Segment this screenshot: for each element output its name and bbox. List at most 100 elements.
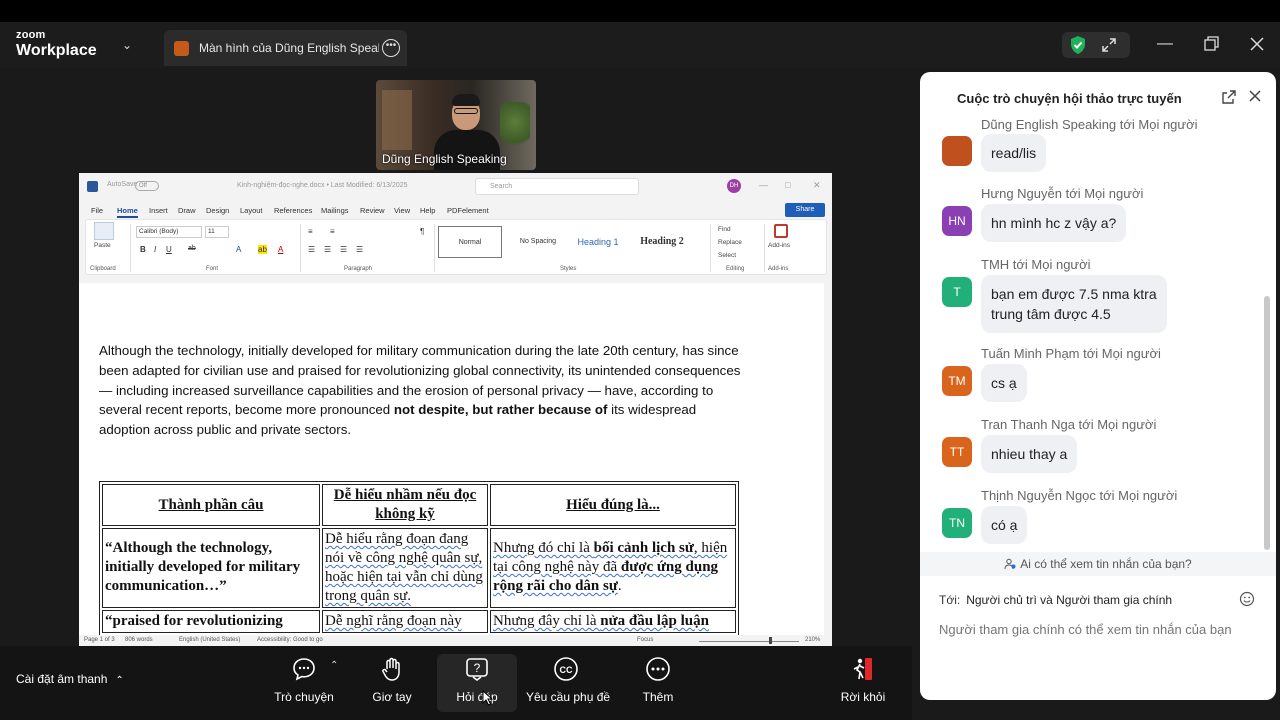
more-options-icon[interactable]: •••: [382, 39, 400, 57]
word-search-box[interactable]: Search: [475, 178, 639, 195]
table-cell: “Although the technology, initially deve…: [102, 528, 320, 608]
message-bubble[interactable]: có ạ: [981, 506, 1028, 544]
select-button[interactable]: Select: [718, 252, 736, 259]
message-bubble[interactable]: read/lis: [981, 134, 1047, 172]
word-user-avatar[interactable]: DH: [727, 179, 741, 193]
qa-button[interactable]: ? Hỏi đáp: [437, 654, 517, 712]
avatar[interactable]: TM: [942, 366, 972, 396]
pilcrow-icon[interactable]: ¶: [420, 227, 424, 236]
align-right-icon[interactable]: ☰: [340, 245, 347, 254]
menu-mailings[interactable]: Mailings: [321, 206, 349, 215]
chat-messages[interactable]: Dũng English Speaking tới Mọi người read…: [920, 116, 1264, 552]
style-heading-2[interactable]: Heading 2: [632, 226, 692, 258]
menu-review[interactable]: Review: [360, 206, 385, 215]
document-page[interactable]: Although the technology, initially devel…: [79, 283, 824, 635]
menu-pdfelement[interactable]: PDFelement: [447, 206, 489, 215]
menu-design[interactable]: Design: [206, 206, 229, 215]
menu-draw[interactable]: Draw: [178, 206, 196, 215]
strikethrough-button[interactable]: ab: [188, 245, 196, 252]
avatar[interactable]: T: [942, 277, 972, 307]
chat-label: Trò chuyện: [274, 690, 334, 704]
status-focus[interactable]: Focus: [637, 637, 653, 643]
autosave-toggle[interactable]: Off: [135, 181, 159, 191]
word-minimize-icon[interactable]: —: [759, 180, 768, 190]
message-bubble[interactable]: nhieu thay a: [981, 435, 1078, 473]
leave-button[interactable]: Rời khỏi: [823, 654, 903, 712]
avatar[interactable]: [942, 136, 972, 166]
shield-check-icon[interactable]: [1068, 35, 1088, 55]
bold-button[interactable]: B: [140, 245, 146, 254]
italic-button[interactable]: I: [154, 245, 156, 254]
status-zoom[interactable]: 210%: [805, 637, 820, 643]
numbering-icon[interactable]: ≡: [330, 227, 335, 236]
underline-button[interactable]: U: [166, 245, 172, 254]
font-name-select[interactable]: Calibri (Body): [136, 226, 202, 238]
style-no-spacing[interactable]: No Spacing: [506, 226, 570, 258]
expand-icon[interactable]: [1100, 36, 1118, 54]
menu-help[interactable]: Help: [420, 206, 435, 215]
participant-video[interactable]: Dũng English Speaking: [376, 80, 536, 170]
align-left-icon[interactable]: ☰: [308, 245, 315, 254]
word-share-button[interactable]: Share: [785, 203, 825, 217]
popout-icon[interactable]: [1221, 89, 1237, 105]
style-heading-1[interactable]: Heading 1: [572, 226, 624, 258]
status-page[interactable]: Page 1 of 3: [84, 637, 115, 643]
highlight-button[interactable]: ab: [258, 245, 267, 254]
message-line: bạn em được 7.5 nma ktra: [991, 286, 1157, 302]
menu-file[interactable]: File: [91, 206, 103, 215]
zoom-slider-thumb[interactable]: [769, 637, 772, 644]
style-normal[interactable]: Normal: [438, 226, 502, 258]
bullets-icon[interactable]: ≡: [308, 227, 313, 236]
restore-button[interactable]: [1201, 34, 1221, 54]
message-bubble[interactable]: cs ạ: [981, 364, 1027, 402]
font-size-select[interactable]: 11: [205, 226, 229, 238]
chevron-down-icon[interactable]: ⌄: [122, 38, 132, 52]
chat-message-input[interactable]: [939, 618, 1259, 640]
privacy-link[interactable]: Ai có thể xem tin nhắn của bạn?: [920, 552, 1276, 576]
avatar[interactable]: HN: [942, 206, 972, 236]
header-text: Dễ hiểu nhầm nếu đọc không kỹ: [333, 487, 477, 522]
zoom-slider[interactable]: [699, 641, 799, 642]
justify-icon[interactable]: ☰: [356, 245, 363, 254]
word-close-icon[interactable]: ✕: [813, 180, 821, 191]
recipient-selector[interactable]: Tới: Người chủ trì và Người tham gia chín…: [939, 593, 1172, 607]
menu-home[interactable]: Home: [117, 206, 138, 218]
chevron-up-icon[interactable]: ⌃: [330, 660, 338, 671]
document-scrollbar[interactable]: [824, 283, 832, 635]
status-accessibility[interactable]: Accessibility: Good to go: [257, 637, 323, 643]
message-bubble[interactable]: bạn em được 7.5 nma ktra trung tâm được 4…: [981, 275, 1167, 333]
zoom-logo[interactable]: zoom Workplace: [16, 30, 97, 59]
chat-icon: [293, 658, 315, 681]
emoji-icon[interactable]: [1239, 591, 1255, 607]
message-sender: Tran Thanh Nga tới Mọi người: [981, 417, 1157, 432]
minimize-button[interactable]: —: [1155, 34, 1175, 54]
find-button[interactable]: Find: [718, 226, 731, 233]
screen-share-tab[interactable]: Màn hình của Dũng English Speal •••: [164, 30, 407, 66]
chat-scrollbar[interactable]: [1264, 296, 1270, 550]
shared-word-window[interactable]: AutoSave Off Kinh-nghiệm-đọc-nghe.docx •…: [79, 173, 832, 647]
paste-icon[interactable]: [94, 222, 114, 240]
close-window-button[interactable]: [1247, 34, 1267, 54]
audio-settings-button[interactable]: Cài đặt âm thanh ⌃: [16, 672, 124, 686]
raise-hand-button[interactable]: Giơ tay: [352, 654, 432, 712]
align-center-icon[interactable]: ☰: [324, 245, 331, 254]
exit-icon: [853, 658, 872, 680]
message-bubble[interactable]: hn mình hc z vậy a?: [981, 204, 1127, 242]
menu-references[interactable]: References: [274, 206, 312, 215]
avatar[interactable]: TN: [942, 508, 972, 538]
status-words[interactable]: 806 words: [125, 637, 153, 643]
word-restore-icon[interactable]: □: [785, 180, 790, 190]
more-button[interactable]: Thêm: [618, 654, 698, 712]
addins-icon[interactable]: [774, 224, 788, 238]
replace-button[interactable]: Replace: [718, 239, 742, 246]
font-color-button[interactable]: A: [236, 245, 241, 254]
close-icon[interactable]: [1247, 88, 1263, 104]
text-color-button[interactable]: A: [278, 245, 283, 254]
menu-layout[interactable]: Layout: [240, 206, 263, 215]
captions-button[interactable]: CC Yêu cầu phụ đề: [526, 654, 610, 712]
avatar[interactable]: TT: [942, 437, 972, 467]
cell-text: Nhưng đây chỉ là: [493, 613, 601, 629]
status-language[interactable]: English (United States): [179, 637, 240, 643]
menu-insert[interactable]: Insert: [149, 206, 168, 215]
menu-view[interactable]: View: [394, 206, 410, 215]
